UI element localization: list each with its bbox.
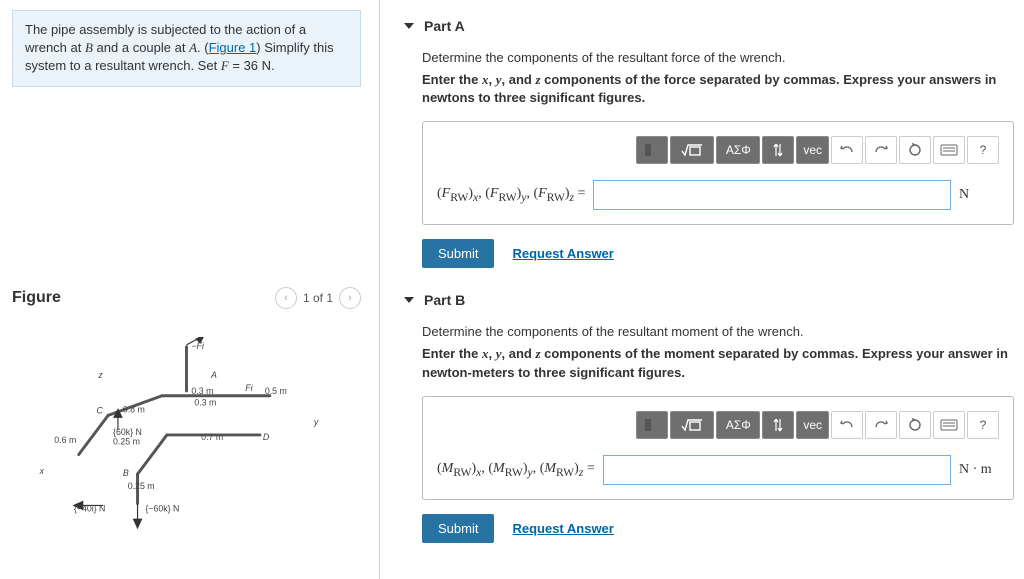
templates-button[interactable] xyxy=(636,136,668,164)
part-a-header[interactable]: Part A xyxy=(404,18,1014,34)
pager-text: 1 of 1 xyxy=(303,291,333,305)
part-a-request-link[interactable]: Request Answer xyxy=(512,246,613,261)
svg-text:0.5 m: 0.5 m xyxy=(265,385,287,395)
part-b-title: Part B xyxy=(424,292,465,308)
keyboard-button[interactable] xyxy=(933,136,965,164)
svg-text:z: z xyxy=(97,370,103,380)
greek-button[interactable]: ΑΣΦ xyxy=(716,136,760,164)
part-a-input[interactable] xyxy=(593,180,951,210)
part-b-prompt: Determine the components of the resultan… xyxy=(422,324,1014,339)
figure-pager: ‹ 1 of 1 › xyxy=(275,287,361,309)
updown-button[interactable] xyxy=(762,136,794,164)
svg-text:{60k} N: {60k} N xyxy=(113,427,142,437)
vec-button[interactable]: vec xyxy=(796,411,829,439)
part-b-header[interactable]: Part B xyxy=(404,292,1014,308)
svg-text:0.3 m: 0.3 m xyxy=(194,397,216,407)
part-a-prompt: Determine the components of the resultan… xyxy=(422,50,1014,65)
svg-text:{−40i} N: {−40i} N xyxy=(74,503,106,513)
updown-button[interactable] xyxy=(762,411,794,439)
part-b-answer-box: ΑΣΦ vec xyxy=(422,396,1014,500)
help-button[interactable]: ? xyxy=(967,411,999,439)
next-figure-button[interactable]: › xyxy=(339,287,361,309)
part-b-instructions: Enter the x, y, and z components of the … xyxy=(422,345,1014,381)
svg-text:C: C xyxy=(96,405,103,415)
chevron-down-icon xyxy=(404,297,414,303)
undo-button[interactable] xyxy=(831,411,863,439)
prev-figure-button[interactable]: ‹ xyxy=(275,287,297,309)
part-b-unit: N · m xyxy=(959,462,999,478)
part-a-title: Part A xyxy=(424,18,465,34)
part-a-instructions: Enter the x, y, and z components of the … xyxy=(422,71,1014,107)
svg-text:0.8 m: 0.8 m xyxy=(123,404,145,414)
svg-text:0.6 m: 0.6 m xyxy=(54,434,76,444)
figure-link[interactable]: Figure 1 xyxy=(209,40,257,55)
svg-text:y: y xyxy=(313,417,319,427)
problem-text-3: . ( xyxy=(197,40,209,55)
svg-text:x: x xyxy=(39,466,45,476)
part-b-toolbar: ΑΣΦ vec xyxy=(437,411,999,439)
help-button[interactable]: ? xyxy=(967,136,999,164)
part-a: Part A Determine the components of the r… xyxy=(404,18,1014,268)
figure-header: Figure ‹ 1 of 1 › xyxy=(12,287,361,309)
part-a-toolbar: ΑΣΦ vec xyxy=(437,136,999,164)
part-b-submit-button[interactable]: Submit xyxy=(422,514,494,543)
var-F: F xyxy=(221,58,229,73)
var-A: A xyxy=(189,40,197,55)
svg-text:0.25 m: 0.25 m xyxy=(128,480,155,490)
sqrt-button[interactable] xyxy=(670,136,714,164)
templates-button[interactable] xyxy=(636,411,668,439)
var-B: B xyxy=(85,40,93,55)
figure-title: Figure xyxy=(12,289,61,307)
part-b: Part B Determine the components of the r… xyxy=(404,292,1014,542)
reset-button[interactable] xyxy=(899,411,931,439)
problem-text-2: and a couple at xyxy=(93,40,189,55)
keyboard-button[interactable] xyxy=(933,411,965,439)
part-a-unit: N xyxy=(959,187,999,203)
svg-text:0.7 m: 0.7 m xyxy=(201,431,223,441)
svg-text:{−60k} N: {−60k} N xyxy=(145,503,179,513)
problem-text-5: = 36 N. xyxy=(229,58,275,73)
chevron-down-icon xyxy=(404,23,414,29)
svg-text:Fi: Fi xyxy=(245,382,253,392)
svg-text:0.25 m: 0.25 m xyxy=(113,436,140,446)
part-b-input[interactable] xyxy=(603,455,951,485)
part-b-request-link[interactable]: Request Answer xyxy=(512,521,613,536)
reset-button[interactable] xyxy=(899,136,931,164)
svg-text:B: B xyxy=(123,468,129,478)
undo-button[interactable] xyxy=(831,136,863,164)
sqrt-button[interactable] xyxy=(670,411,714,439)
right-panel: Part A Determine the components of the r… xyxy=(380,0,1024,579)
svg-text:D: D xyxy=(263,431,270,441)
part-b-lhs: (MRW)x, (MRW)y, (MRW)z = xyxy=(437,461,595,479)
redo-button[interactable] xyxy=(865,411,897,439)
left-panel: The pipe assembly is subjected to the ac… xyxy=(0,0,380,579)
part-a-answer-box: ΑΣΦ vec xyxy=(422,121,1014,225)
svg-text:A: A xyxy=(210,370,217,380)
problem-statement: The pipe assembly is subjected to the ac… xyxy=(12,10,361,87)
part-a-submit-button[interactable]: Submit xyxy=(422,239,494,268)
svg-text:0.3 m: 0.3 m xyxy=(191,385,213,395)
greek-button[interactable]: ΑΣΦ xyxy=(716,411,760,439)
part-a-lhs: (FRW)x, (FRW)y, (FRW)z = xyxy=(437,186,585,204)
vec-button[interactable]: vec xyxy=(796,136,829,164)
figure-image: −Fi A Fi 0.5 m 0.3 m 0.3 m 0.8 m C z y x… xyxy=(12,337,361,536)
redo-button[interactable] xyxy=(865,136,897,164)
svg-text:−Fi: −Fi xyxy=(191,340,205,350)
